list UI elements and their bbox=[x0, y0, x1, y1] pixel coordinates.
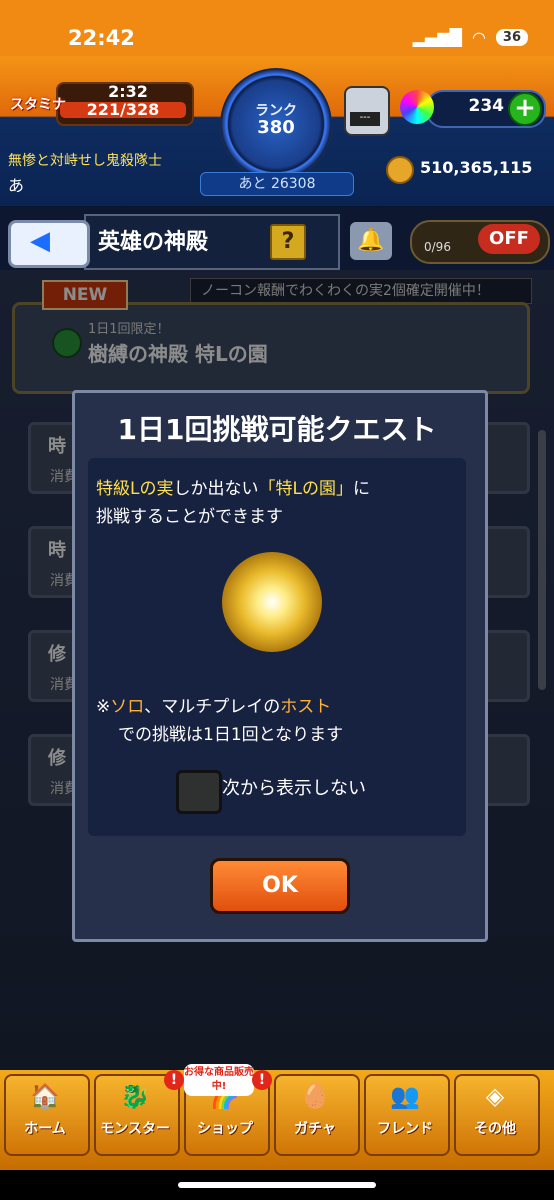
dont-show-again-checkbox[interactable] bbox=[176, 770, 222, 814]
other-menu-icon: ◈ bbox=[485, 1082, 505, 1110]
nav-shop-label: ショップ bbox=[197, 1121, 253, 1137]
player-name: あ bbox=[8, 176, 25, 195]
rank-value: 380 bbox=[257, 117, 295, 138]
potion-screen: --- bbox=[350, 112, 380, 126]
note-prefix: ※ bbox=[96, 697, 111, 717]
back-arrow-icon: ◀ bbox=[30, 226, 50, 256]
friend-icon: 👥 bbox=[390, 1082, 420, 1110]
dialog-description: 特級Lの実しか出ない「特Lの園」に bbox=[96, 474, 370, 499]
desc-text: に bbox=[352, 479, 370, 499]
signal-icon: ▂▄▆█ bbox=[412, 28, 462, 47]
nav-monster-label: モンスター bbox=[100, 1121, 170, 1137]
wifi-icon: ◠ bbox=[471, 28, 486, 47]
dialog-title: 1日1回挑戦可能クエスト bbox=[117, 413, 437, 446]
orb-icon bbox=[400, 90, 434, 124]
coin-value: 510,365,115 bbox=[420, 158, 533, 177]
note-solo: ソロ bbox=[110, 697, 145, 717]
special-fruit-icon bbox=[222, 552, 322, 652]
home-indicator[interactable] bbox=[178, 1182, 376, 1188]
player-title: 無惨と対峙せし鬼殺隊士 bbox=[8, 153, 162, 169]
nav-home-label: ホーム bbox=[24, 1121, 66, 1137]
potion-icon[interactable] bbox=[344, 86, 390, 136]
dialog-note-line2: での挑戦は1日1回となります bbox=[118, 725, 344, 745]
shop-alert-icon: ! bbox=[252, 1070, 272, 1090]
rank-next-exp: あと 26308 bbox=[200, 172, 354, 196]
dont-show-again-label[interactable]: 次から表示しない bbox=[222, 774, 366, 800]
desc-text: しか出ない bbox=[173, 479, 259, 499]
orb-count: 234 bbox=[468, 96, 505, 116]
note-host: ホスト bbox=[280, 697, 332, 717]
auto-toggle-button[interactable]: OFF bbox=[478, 224, 540, 254]
note-text: 、マルチプレイの bbox=[144, 697, 281, 717]
stamina-label: スタミナ bbox=[10, 97, 66, 113]
stamina-timer: 2:32 bbox=[108, 82, 148, 101]
shop-sale-bubble: お得な商品販売中! bbox=[184, 1064, 254, 1096]
home-icon: 🏠 bbox=[30, 1082, 60, 1110]
status-icons: ▂▄▆█ ◠ 36 bbox=[413, 28, 528, 47]
nav-gacha-label: ガチャ bbox=[294, 1121, 336, 1137]
status-time: 22:42 bbox=[68, 26, 135, 50]
monster-icon: 🐉 bbox=[120, 1082, 150, 1110]
add-orb-button[interactable]: + bbox=[508, 92, 542, 126]
dialog-description-line2: 挑戦することができます bbox=[96, 507, 283, 527]
ok-button[interactable]: OK bbox=[210, 858, 350, 914]
coin-icon bbox=[386, 156, 414, 184]
desc-highlight-fruit: 特級Lの実 bbox=[96, 479, 174, 499]
nav-friend-label: フレンド bbox=[377, 1121, 433, 1137]
gacha-egg-icon: 🥚 bbox=[300, 1082, 330, 1110]
battery-icon: 36 bbox=[495, 29, 528, 46]
monster-alert-icon: ! bbox=[164, 1070, 184, 1090]
dialog-note: ※ソロ、マルチプレイのホスト bbox=[96, 692, 331, 717]
desc-highlight-quest: 「特Lの園」 bbox=[258, 479, 353, 499]
helper-count: 0/96 bbox=[424, 240, 451, 254]
nav-other-label: その他 bbox=[474, 1121, 516, 1137]
help-button[interactable]: ? bbox=[270, 224, 306, 260]
page-title: 英雄の神殿 bbox=[98, 230, 209, 255]
bell-icon[interactable]: 🔔 bbox=[350, 222, 392, 260]
stamina-value: 221/328 bbox=[86, 100, 160, 119]
